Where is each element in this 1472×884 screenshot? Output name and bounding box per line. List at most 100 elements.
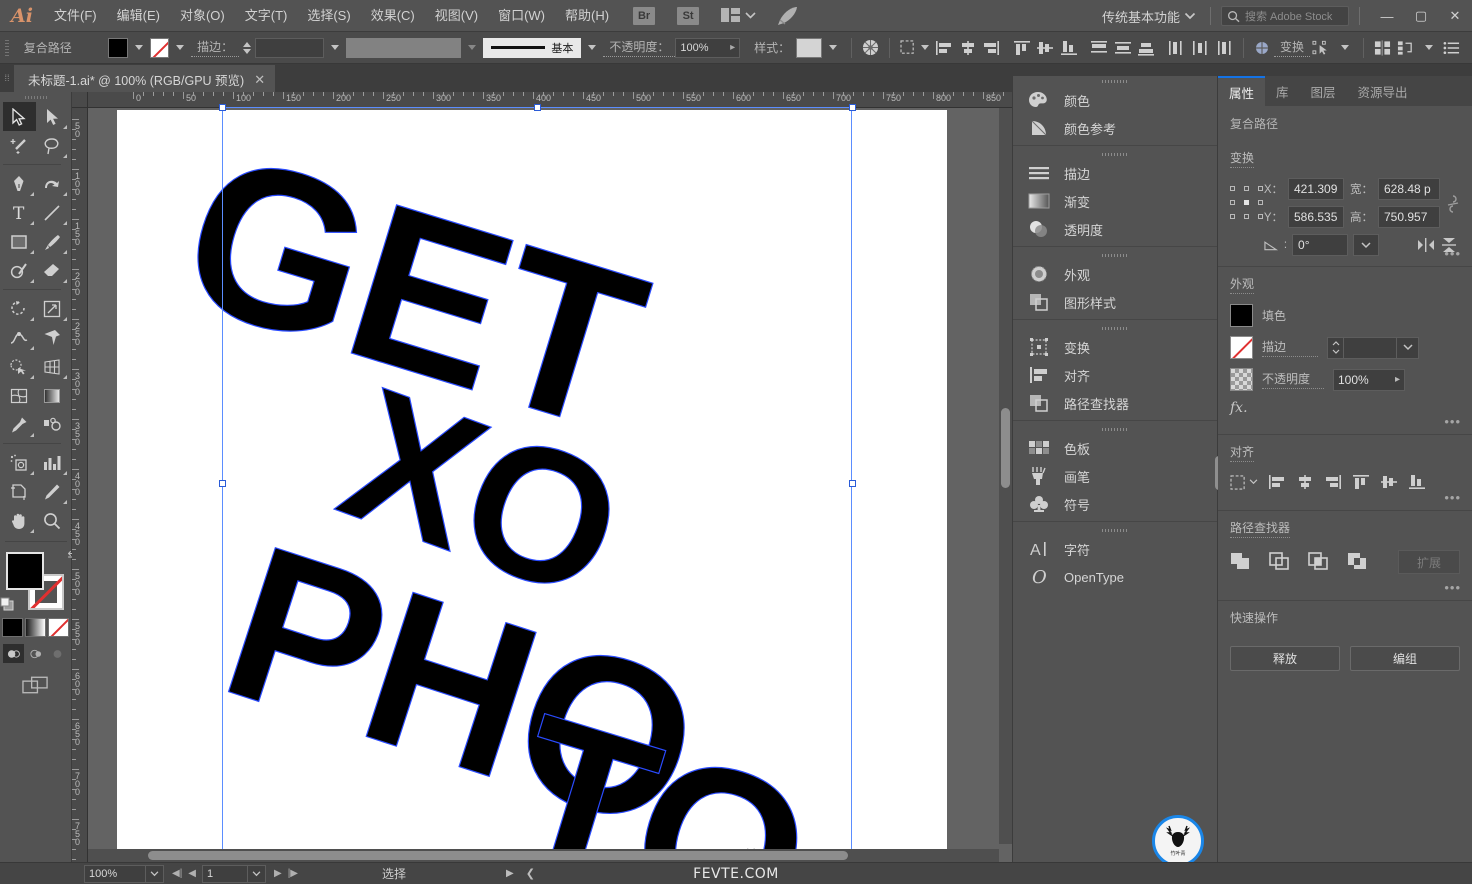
tool-type[interactable]: T — [3, 198, 36, 227]
align-to-selection-button[interactable] — [898, 37, 920, 59]
align-section-title[interactable]: 对齐 — [1230, 443, 1254, 462]
align-bottom-button[interactable] — [1058, 37, 1080, 59]
discover-rocket-button[interactable] — [776, 5, 800, 27]
color-mode-gradient[interactable] — [25, 618, 46, 637]
transform-chevron-icon[interactable] — [1341, 45, 1349, 50]
menu-file[interactable]: 文件(F) — [44, 0, 107, 32]
opacity-field[interactable]: 100% ▸ — [675, 38, 740, 58]
selection-handle-tr[interactable] — [849, 104, 856, 111]
dock-expand-handle[interactable] — [1013, 76, 1217, 86]
dock-item-stroke[interactable]: 描边 — [1013, 159, 1217, 187]
align-middle-v-button[interactable] — [1380, 474, 1398, 490]
dock-item-color-guide[interactable]: 颜色参考 — [1013, 114, 1217, 142]
shape-builder-options-button[interactable] — [1252, 37, 1274, 59]
tool-line-segment[interactable] — [36, 198, 69, 227]
menu-window[interactable]: 窗口(W) — [488, 0, 555, 32]
align-middle-v-button[interactable] — [1035, 37, 1057, 59]
align-bottom-button[interactable] — [1408, 474, 1426, 490]
tool-rotate[interactable] — [3, 294, 36, 323]
selection-handle-ml[interactable] — [219, 480, 226, 487]
artboard[interactable]: GET XO PHO TO 飞特网 — [117, 110, 947, 855]
color-mode-solid[interactable] — [2, 618, 23, 637]
fill-chevron-icon[interactable] — [135, 45, 143, 50]
stroke-weight-field[interactable] — [255, 38, 324, 58]
dock-item-color[interactable]: 颜色 — [1013, 86, 1217, 114]
tool-shape-builder[interactable] — [3, 352, 36, 381]
selection-handle-tl[interactable] — [219, 104, 226, 111]
align-more-options[interactable]: ••• — [1444, 490, 1461, 505]
transform-section-title[interactable]: 变换 — [1230, 149, 1254, 168]
dock-item-graphic-styles[interactable]: 图形样式 — [1013, 288, 1217, 316]
transform-label[interactable]: 变换 — [1274, 38, 1310, 57]
tool-mesh[interactable] — [3, 381, 36, 410]
align-top-button[interactable] — [1011, 37, 1033, 59]
tabbar-grip[interactable]: ⁞⁞ — [0, 64, 14, 92]
arrange-objects-button[interactable] — [1372, 37, 1394, 59]
menu-type[interactable]: 文字(T) — [235, 0, 298, 32]
tool-perspective-grid[interactable] — [36, 352, 69, 381]
fx-button[interactable]: fx. — [1230, 400, 1460, 416]
menu-edit[interactable]: 编辑(E) — [107, 0, 170, 32]
pathfinder-intersect-button[interactable] — [1308, 552, 1328, 570]
stroke-chevron-icon[interactable] — [176, 45, 184, 50]
rotation-angle-dropdown[interactable] — [1353, 234, 1379, 256]
align-center-h-button[interactable] — [1296, 474, 1314, 490]
tool-selection[interactable] — [3, 102, 36, 131]
dock-item-transparency[interactable]: 透明度 — [1013, 215, 1217, 243]
tab-asset-export[interactable]: 资源导出 — [1347, 76, 1419, 106]
distribute-center-v-button[interactable] — [1112, 37, 1134, 59]
stroke-profile-selector[interactable]: 基本 — [483, 38, 581, 58]
more-options-button[interactable] — [1441, 37, 1463, 59]
workspace-switcher[interactable]: 传统基本功能 — [1102, 7, 1184, 26]
distribute-left-button[interactable] — [1166, 37, 1188, 59]
pathfinder-section-title[interactable]: 路径查找器 — [1230, 519, 1290, 538]
vertical-ruler[interactable]: 5010015020025030035040045050055060065070… — [72, 92, 88, 862]
stroke-swatch[interactable] — [1230, 336, 1253, 359]
menu-select[interactable]: 选择(S) — [297, 0, 360, 32]
tab-properties[interactable]: 属性 — [1218, 76, 1265, 106]
recolor-artwork-button[interactable] — [860, 37, 882, 59]
appearance-section-title[interactable]: 外观 — [1230, 275, 1254, 294]
align-objects-dropdown[interactable] — [1395, 37, 1417, 59]
tool-eyedropper[interactable] — [3, 410, 36, 439]
draw-normal-button[interactable] — [3, 644, 24, 663]
tab-libraries[interactable]: 库 — [1265, 76, 1300, 106]
change-screen-mode-button[interactable] — [22, 675, 49, 695]
tool-slice[interactable] — [36, 477, 69, 506]
align-right-button[interactable] — [1324, 474, 1342, 490]
tool-scale[interactable] — [36, 294, 69, 323]
fill-swatch-large[interactable] — [6, 552, 44, 590]
distribute-center-h-button[interactable] — [1190, 37, 1212, 59]
tool-curvature[interactable] — [36, 169, 69, 198]
tool-lasso[interactable] — [36, 131, 69, 160]
tool-zoom[interactable] — [36, 506, 69, 535]
opacity-label[interactable]: 不透明度 — [1262, 370, 1324, 389]
transform-cursor-button[interactable] — [1311, 37, 1333, 59]
minimize-button[interactable]: — — [1370, 1, 1404, 31]
color-mode-none[interactable] — [48, 618, 69, 637]
tool-shaper[interactable] — [3, 256, 36, 285]
stroke-weight-stepper[interactable] — [243, 42, 251, 54]
arrange-documents-button[interactable] — [721, 8, 756, 23]
stroke-color-swatch[interactable] — [150, 38, 170, 58]
workspace-chevron-icon[interactable] — [1184, 12, 1196, 20]
tool-artboard[interactable] — [3, 477, 36, 506]
tool-rectangle[interactable] — [3, 227, 36, 256]
horizontal-ruler[interactable]: 0501001502002503003504004505005506006507… — [72, 92, 1012, 108]
tool-hand[interactable] — [3, 506, 36, 535]
dock-item-pathfinder[interactable]: 路径查找器 — [1013, 389, 1217, 417]
menu-object[interactable]: 对象(O) — [170, 0, 235, 32]
default-fill-stroke-icon[interactable] — [0, 597, 15, 612]
style-chevron-icon[interactable] — [829, 45, 837, 50]
align-objects-chevron-icon[interactable] — [1425, 45, 1433, 50]
stroke-label[interactable]: 描边 — [1262, 338, 1318, 357]
menu-effect[interactable]: 效果(C) — [361, 0, 425, 32]
align-top-button[interactable] — [1352, 474, 1370, 490]
ruler-corner[interactable] — [72, 92, 88, 108]
artwork-group[interactable]: GET XO PHO TO — [117, 110, 947, 855]
control-bar-grip[interactable] — [3, 38, 13, 58]
tool-column-graph[interactable] — [36, 448, 69, 477]
tool-width[interactable] — [3, 323, 36, 352]
appearance-more-options[interactable]: ••• — [1444, 414, 1461, 429]
stroke-weight-dropdown[interactable] — [1397, 337, 1419, 359]
